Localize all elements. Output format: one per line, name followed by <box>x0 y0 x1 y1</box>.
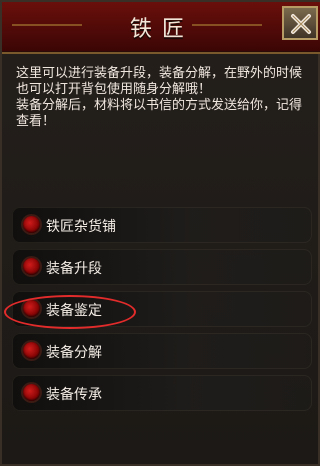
menu-item-upgrade[interactable]: 装备升段 <box>12 249 312 285</box>
title-bar: 铁匠 <box>2 2 320 54</box>
blacksmith-dialog: 铁匠 这里可以进行装备升段，装备分解，在野外的时候 也可以打开背包使用随身分解哦… <box>0 0 320 466</box>
menu-item-label: 装备传承 <box>46 387 102 403</box>
red-bullet-icon <box>23 342 40 359</box>
red-bullet-icon <box>23 300 40 317</box>
menu-item-inherit[interactable]: 装备传承 <box>12 375 312 411</box>
red-bullet-icon <box>23 258 40 275</box>
description-line: 也可以打开背包使用随身分解哦！ <box>16 82 212 97</box>
menu-item-dismantle[interactable]: 装备分解 <box>12 333 312 369</box>
menu-item-label: 铁匠杂货铺 <box>46 219 116 235</box>
dialog-title: 铁匠 <box>129 17 194 42</box>
menu-item-label: 装备分解 <box>46 345 102 361</box>
blacksmith-menu: 铁匠杂货铺 装备升段 装备鉴定 装备分解 装备传承 <box>12 207 312 417</box>
close-button[interactable] <box>282 6 318 40</box>
description-text: 这里可以进行装备升段，装备分解，在野外的时候 也可以打开背包使用随身分解哦！ 装… <box>16 66 312 130</box>
menu-item-label: 装备鉴定 <box>46 303 102 319</box>
description-line: 装备分解后，材料将以书信的方式发送给你，记得 <box>16 98 303 113</box>
red-bullet-icon <box>23 216 40 233</box>
menu-item-identify[interactable]: 装备鉴定 <box>12 291 312 327</box>
close-icon <box>291 14 311 34</box>
menu-item-blacksmith-shop[interactable]: 铁匠杂货铺 <box>12 207 312 243</box>
description-line: 这里可以进行装备升段，装备分解，在野外的时候 <box>16 66 303 81</box>
description-line: 查看！ <box>16 114 56 129</box>
menu-item-label: 装备升段 <box>46 261 102 277</box>
red-bullet-icon <box>23 384 40 401</box>
